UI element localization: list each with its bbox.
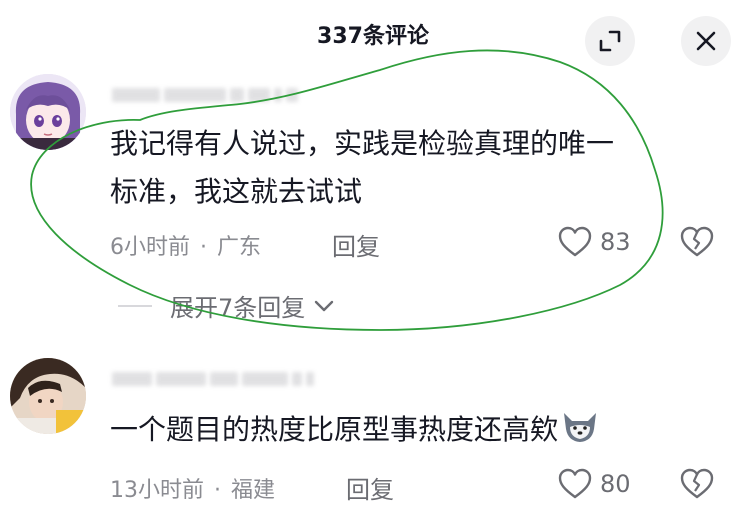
comment-time: 6小时前	[110, 235, 190, 260]
comment-text-line: 标准，我这就去试试	[110, 175, 363, 208]
comment-location: 福建	[231, 478, 276, 503]
expand-arrows-icon	[599, 30, 621, 52]
comment-text-line: 一个题目的热度比原型事热度还高欸	[110, 413, 559, 446]
expand-button[interactable]	[585, 16, 635, 66]
reply-button[interactable]: 回复	[346, 470, 394, 505]
comment-text-line: 我记得有人说过，实践是检验真理的唯一	[110, 127, 615, 160]
wolf-emoji-icon	[564, 413, 597, 442]
heart-outline-icon	[558, 226, 592, 257]
username-blurred[interactable]	[112, 368, 314, 390]
avatar[interactable]	[10, 74, 86, 150]
chevron-down-icon	[315, 300, 334, 311]
username-blurred[interactable]	[112, 84, 298, 106]
photo-avatar-image	[10, 358, 86, 434]
reply-button[interactable]: 回复	[332, 227, 380, 262]
close-icon	[696, 31, 716, 51]
broken-heart-icon	[680, 468, 714, 499]
meta-separator: ·	[214, 478, 221, 503]
like-button[interactable]: 80	[558, 468, 631, 500]
comment-time: 13小时前	[110, 478, 204, 503]
like-button[interactable]: 83	[558, 226, 631, 258]
comment-location: 广东	[217, 235, 262, 260]
dislike-button[interactable]	[680, 226, 714, 262]
comment-text: 我记得有人说过，实践是检验真理的唯一 标准，我这就去试试	[110, 120, 614, 216]
heart-outline-icon	[558, 468, 592, 499]
comment-meta: 13小时前 · 福建	[110, 472, 275, 504]
comment-text: 一个题目的热度比原型事热度还高欸	[110, 406, 600, 454]
like-count: 80	[600, 470, 631, 498]
anime-avatar-image	[10, 74, 86, 150]
broken-heart-icon	[680, 226, 714, 257]
divider-line	[118, 304, 152, 307]
expand-replies-label: 展开7条回复	[170, 294, 306, 322]
like-count: 83	[600, 228, 631, 256]
avatar[interactable]	[10, 358, 86, 434]
dislike-button[interactable]	[680, 468, 714, 504]
close-button[interactable]	[681, 16, 731, 66]
meta-separator: ·	[200, 235, 207, 260]
comment-meta: 6小时前 · 广东	[110, 229, 261, 261]
expand-replies-button[interactable]: 展开7条回复	[118, 288, 335, 323]
